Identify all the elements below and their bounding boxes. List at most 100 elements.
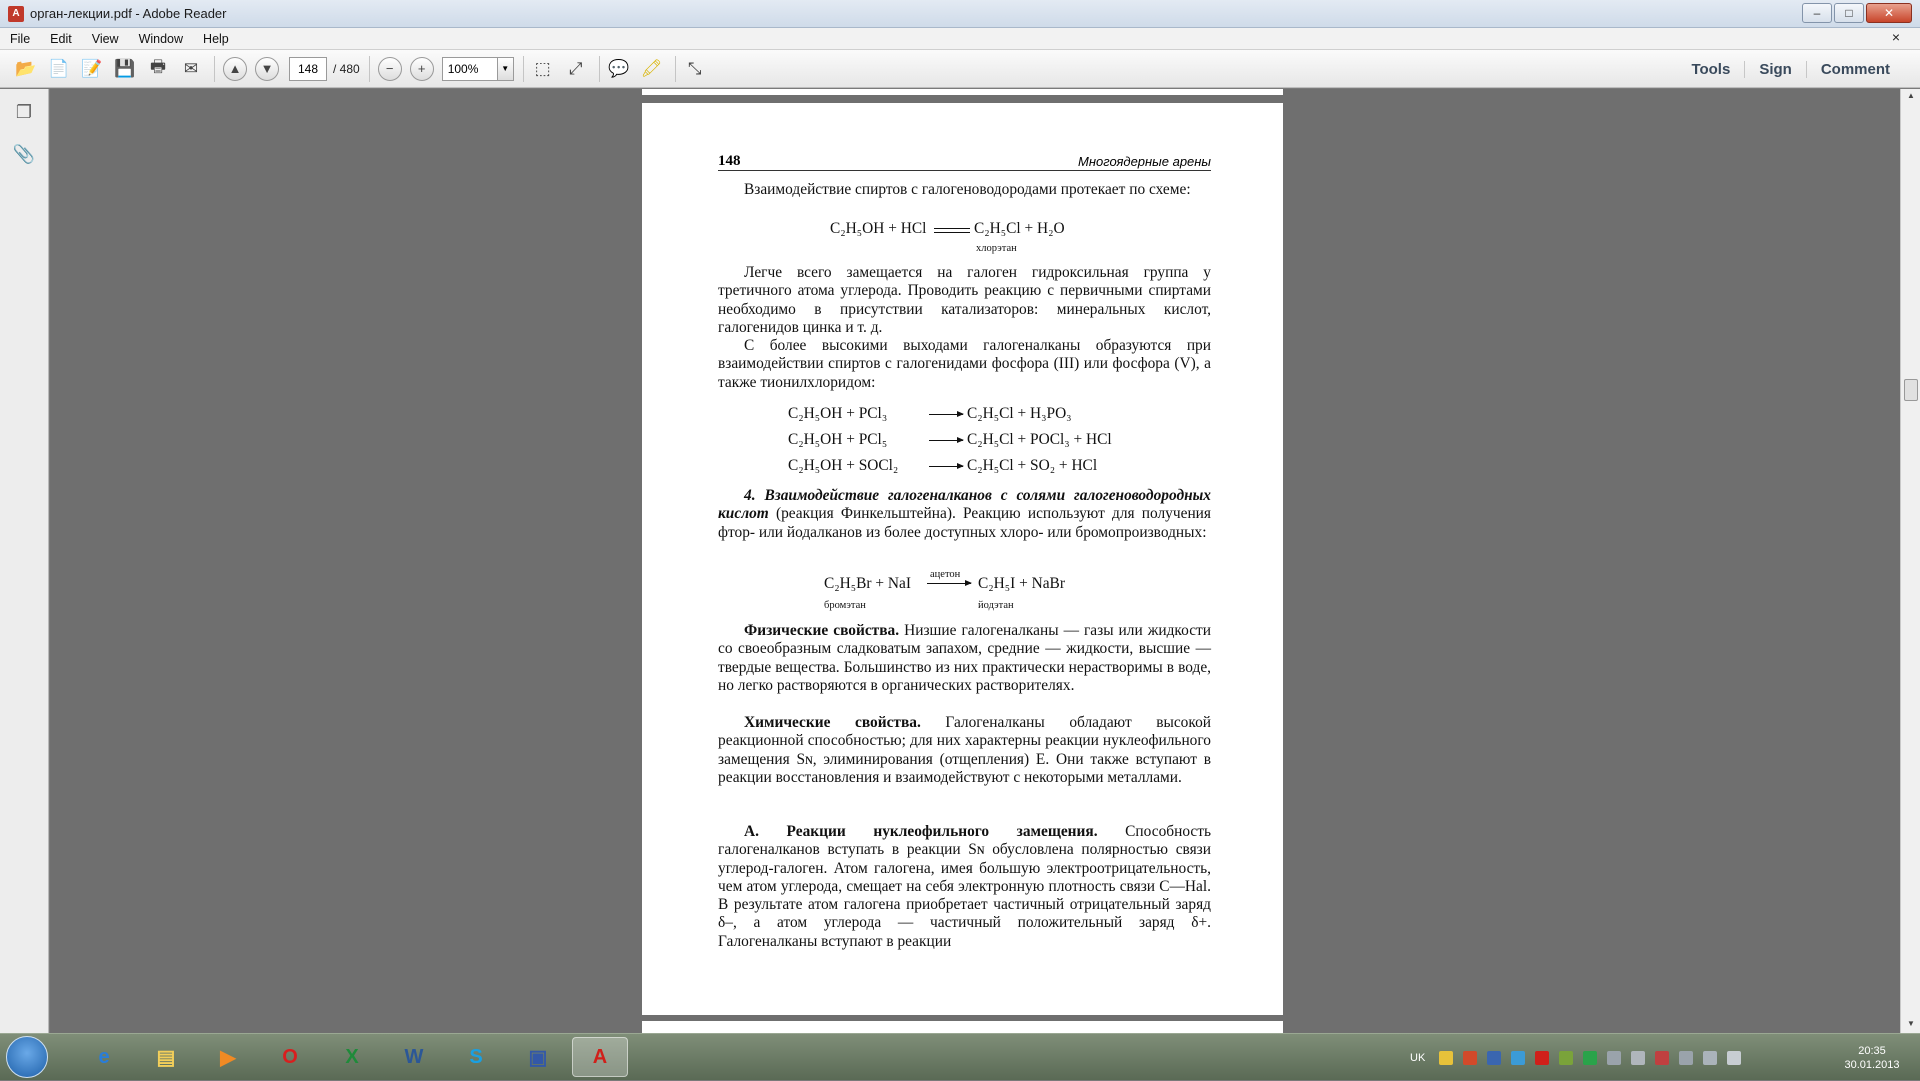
paragraph-1: Взаимодействие спиртов с галогеноводород…	[744, 181, 1191, 198]
print-icon[interactable]: 🖶	[144, 55, 172, 83]
paragraph-7-heading: А. Реакции нуклеофильного замещения.	[744, 823, 1098, 840]
tray-vk-icon[interactable]	[1487, 1050, 1502, 1065]
page-number: 148	[718, 153, 741, 169]
page-number-input[interactable]: 148	[289, 56, 327, 81]
equation-5-condition: ацетон	[930, 569, 961, 580]
scroll-down-icon[interactable]: ▼	[1901, 1019, 1920, 1028]
comment-pane-button[interactable]: Comment	[1805, 60, 1904, 78]
sign-pane-button[interactable]: Sign	[1744, 60, 1806, 78]
equation-1-label: хлорэтан	[976, 243, 1017, 254]
fit-page-icon[interactable]: ⬚	[529, 55, 557, 83]
scrollbar-thumb[interactable]	[1904, 379, 1918, 401]
pdf-page: 148 Многоядерные арены Взаимодействие сп…	[642, 103, 1283, 1015]
word-icon[interactable]: W	[386, 1037, 442, 1077]
clock-date: 30.01.2013	[1844, 1059, 1900, 1071]
excel-icon[interactable]: X	[324, 1037, 380, 1077]
paragraph-7-text: Способность галогеналканов вступать в ре…	[718, 823, 1211, 950]
zoom-level-input[interactable]: 100%	[441, 56, 498, 81]
opera-icon[interactable]: O	[262, 1037, 318, 1077]
paragraph-3: С более высокими выходами галогеналканы …	[718, 337, 1211, 391]
tray-whatsapp-icon[interactable]	[1583, 1050, 1598, 1065]
equilibrium-arrow-icon	[934, 227, 970, 234]
equation-4-right: C₂H₅Cl + SO₂ + HCl	[967, 457, 1098, 474]
equation-2-right: C₂H₅Cl + H₃PO₃	[967, 405, 1072, 422]
previous-page-edge	[642, 89, 1283, 95]
window-title: орган-лекции.pdf - Adobe Reader	[30, 6, 227, 21]
paragraph-4-text: (реакция Финкельштейна). Реакцию использ…	[718, 505, 1211, 541]
tray-monitor-icon[interactable]	[1631, 1050, 1646, 1065]
equation-5-label-left: бромэтан	[824, 600, 866, 611]
close-button[interactable]: ✕	[1866, 3, 1912, 23]
toolbar-separator	[368, 55, 370, 82]
equation-1-left: C₂H₅OH + HCl	[830, 220, 927, 237]
vertical-scrollbar[interactable]: ▲ ▼	[1900, 89, 1920, 1033]
toolbar-separator	[214, 55, 215, 82]
save-icon[interactable]: 💾	[111, 55, 139, 83]
tray-network-icon[interactable]	[1511, 1050, 1526, 1065]
minimize-button[interactable]: –	[1802, 3, 1832, 23]
file-explorer-icon[interactable]: ▤	[138, 1037, 194, 1077]
read-mode-icon[interactable]: ⤡	[681, 55, 709, 83]
tray-display-icon[interactable]	[1607, 1050, 1622, 1065]
system-clock[interactable]: 20:35 30.01.2013	[1832, 1044, 1912, 1072]
start-button[interactable]	[6, 1036, 48, 1078]
toolbar-separator	[598, 55, 600, 82]
maximize-button[interactable]: □	[1834, 3, 1864, 23]
menu-edit[interactable]: Edit	[40, 32, 82, 46]
open-icon[interactable]: 📂	[12, 55, 40, 83]
sticky-note-icon[interactable]: 💬	[605, 55, 633, 83]
tray-security-icon[interactable]	[1655, 1050, 1670, 1065]
reaction-arrow-icon	[929, 463, 964, 469]
paragraph-4: 4. Взаимодействие галогеналканов с солям…	[718, 487, 1211, 542]
reaction-arrow-icon	[929, 411, 964, 417]
toolbar-separator	[674, 55, 676, 82]
paragraph-2: Легче всего замещается на галоген гидрок…	[718, 264, 1211, 336]
running-header: 148 Многоядерные арены	[718, 153, 1211, 171]
fit-width-icon[interactable]: ⤢	[562, 55, 590, 83]
scroll-up-icon[interactable]: ▲	[1901, 91, 1920, 100]
zoom-in-icon[interactable]: +	[409, 56, 434, 81]
tray-chrome-icon[interactable]	[1463, 1050, 1478, 1065]
paragraph-6: Химические свойства. Галогеналканы облад…	[718, 714, 1211, 787]
highlight-icon[interactable]: 🖍	[638, 55, 666, 83]
zoom-dropdown-icon[interactable]: ▼	[497, 56, 514, 81]
tray-volume-icon[interactable]	[1727, 1050, 1742, 1065]
previous-page-icon[interactable]: ▲	[223, 56, 247, 81]
page-thumbnails-icon[interactable]: ❐	[11, 99, 37, 125]
paragraph-7: А. Реакции нуклеофильного замещения. Спо…	[718, 823, 1211, 951]
menu-help[interactable]: Help	[193, 32, 239, 46]
floppy-app-icon[interactable]: ▣	[510, 1037, 566, 1077]
equation-5-right: C₂H₅I + NaBr	[978, 575, 1065, 592]
windows-taskbar: e ▤ ▶ O X W S ▣ A UK 20:35 30.01.2013	[0, 1033, 1920, 1080]
email-icon[interactable]: ✉	[177, 55, 205, 83]
tray-power-icon[interactable]	[1679, 1050, 1694, 1065]
running-title: Многоядерные арены	[1078, 154, 1211, 169]
tray-folder-icon[interactable]	[1439, 1050, 1454, 1065]
zoom-out-icon[interactable]: −	[377, 56, 402, 81]
tray-update-icon[interactable]	[1559, 1050, 1574, 1065]
tray-flag-icon[interactable]	[1703, 1050, 1718, 1065]
menu-bar: File Edit View Window Help ×	[0, 28, 1920, 50]
close-document-button[interactable]: ×	[1892, 29, 1900, 45]
equation-5-left: C₂H₅Br + NaI	[824, 575, 911, 592]
adobe-reader-taskbar-icon[interactable]: A	[572, 1037, 628, 1077]
attachments-icon[interactable]: 📎	[11, 141, 37, 167]
create-pdf-icon[interactable]: 📄	[45, 55, 73, 83]
language-indicator[interactable]: UK	[1410, 1052, 1425, 1064]
tray-acrobat-icon[interactable]	[1535, 1050, 1550, 1065]
media-player-icon[interactable]: ▶	[200, 1037, 256, 1077]
navigation-pane: ❐ 📎	[0, 89, 49, 1033]
paragraph-6-heading: Химические свойства.	[744, 714, 921, 731]
toolbar: 📂 📄 📝 💾 🖶 ✉ ▲ ▼ 148 / 480 − + 100% ▼ ⬚ ⤢…	[0, 50, 1920, 88]
menu-file[interactable]: File	[0, 32, 40, 46]
skype-icon[interactable]: S	[448, 1037, 504, 1077]
tools-pane-button[interactable]: Tools	[1677, 61, 1744, 78]
next-page-icon[interactable]: ▼	[255, 56, 279, 81]
reaction-arrow-icon	[927, 580, 972, 586]
equation-4-left: C₂H₅OH + SOCl₂	[788, 457, 899, 474]
document-view[interactable]: 148 Многоядерные арены Взаимодействие сп…	[50, 89, 1900, 1033]
internet-explorer-icon[interactable]: e	[76, 1037, 132, 1077]
menu-view[interactable]: View	[82, 32, 129, 46]
edit-pdf-icon[interactable]: 📝	[78, 55, 106, 83]
menu-window[interactable]: Window	[129, 32, 193, 46]
